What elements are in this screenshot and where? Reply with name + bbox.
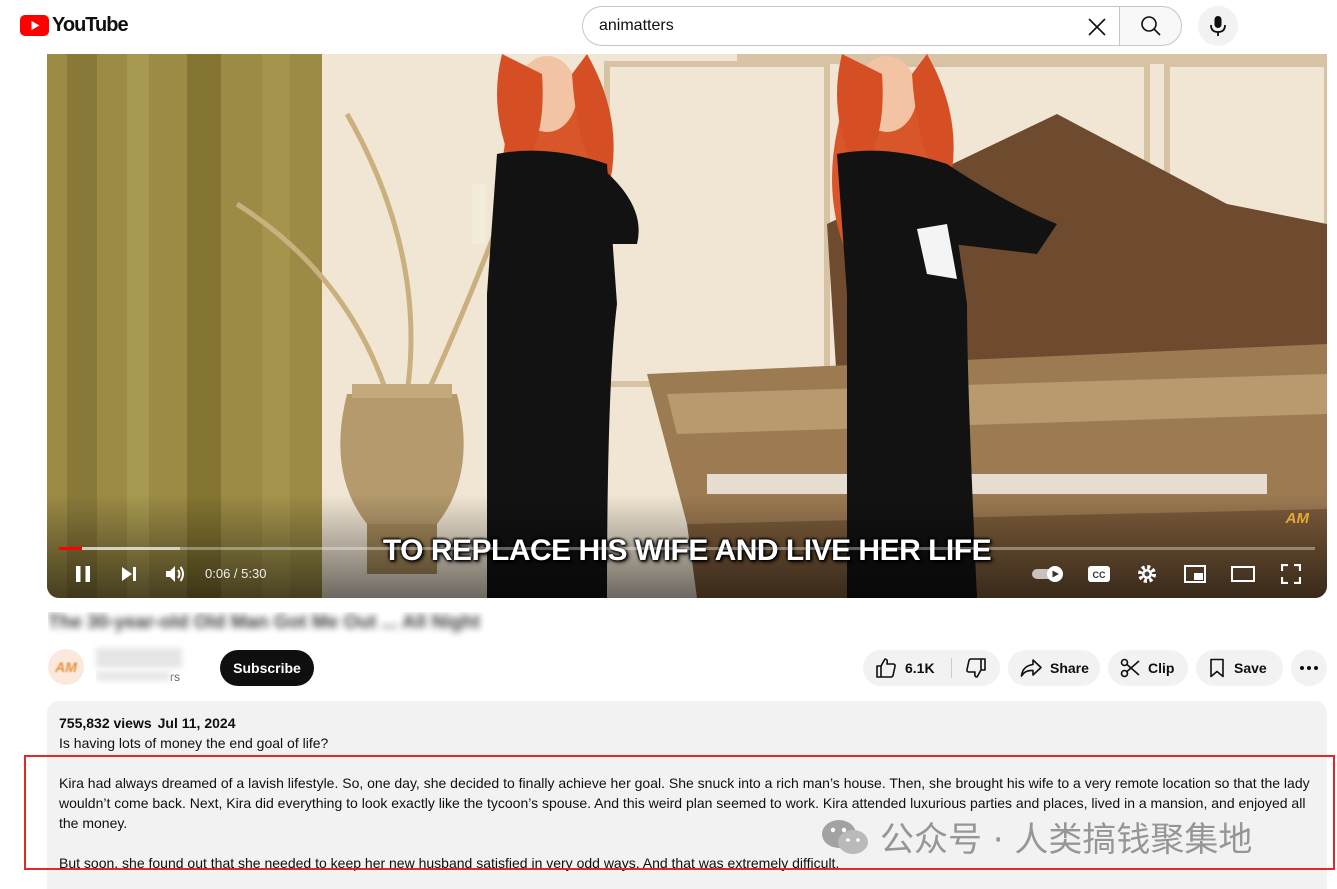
- captions-icon: CC: [1088, 566, 1110, 582]
- time-separator: /: [230, 566, 242, 581]
- fullscreen-icon: [1281, 564, 1301, 584]
- progress-played: [59, 547, 82, 550]
- next-button[interactable]: [117, 562, 141, 586]
- mute-button[interactable]: [163, 562, 187, 586]
- voice-search-button[interactable]: [1198, 6, 1238, 46]
- video-title-text: The 30-year-old Old Man Got Me Out ... A…: [48, 612, 481, 633]
- share-icon: [1020, 659, 1042, 677]
- save-button[interactable]: Save: [1196, 650, 1283, 686]
- description-line: Is having lots of money the end goal of …: [59, 735, 329, 751]
- time-display: 0:06 / 5:30: [205, 566, 266, 581]
- current-time: 0:06: [205, 566, 231, 581]
- like-count: 6.1K: [905, 660, 935, 676]
- player-controls: 0:06 / 5:30 CC: [47, 554, 1327, 594]
- bookmark-icon: [1210, 658, 1224, 678]
- search-input[interactable]: [599, 7, 1069, 45]
- captions-button[interactable]: CC: [1087, 562, 1111, 586]
- miniplayer-icon: [1184, 565, 1206, 583]
- view-count: 755,832 views: [59, 715, 152, 731]
- channel-info[interactable]: rs: [96, 648, 186, 684]
- close-icon: [1088, 18, 1106, 36]
- upload-date: Jul 11, 2024: [157, 715, 236, 731]
- wechat-icon: [822, 819, 868, 854]
- thumbs-up-icon: [876, 658, 896, 678]
- thumbs-down-icon: [966, 658, 986, 678]
- video-meta: 755,832 views Jul 11, 2024: [59, 713, 1315, 733]
- avatar-text: AM: [55, 659, 77, 675]
- microphone-icon: [1210, 16, 1226, 36]
- theater-mode-button[interactable]: [1231, 562, 1255, 586]
- more-actions-button[interactable]: [1291, 650, 1327, 686]
- clip-label: Clip: [1148, 660, 1175, 676]
- clip-button[interactable]: Clip: [1108, 650, 1188, 686]
- total-time: 5:30: [241, 566, 267, 581]
- theater-icon: [1231, 566, 1255, 582]
- search-icon: [1140, 16, 1161, 36]
- more-horizontal-icon: [1300, 666, 1318, 670]
- subscriber-count: rs: [96, 670, 192, 684]
- logo-text: YouTube: [52, 14, 129, 36]
- video-player[interactable]: AM TO REPLACE HIS WIFE AND LIVE HER LIFE…: [47, 54, 1327, 598]
- autoplay-toggle[interactable]: [1031, 562, 1067, 586]
- top-bar: YouTube: [0, 0, 1337, 54]
- progress-bar[interactable]: [59, 547, 1315, 550]
- channel-avatar[interactable]: AM: [48, 649, 84, 685]
- autoplay-icon: [1032, 566, 1063, 582]
- video-frame: [47, 54, 1327, 598]
- gear-icon: [1138, 565, 1156, 583]
- channel-name-redacted: [96, 648, 182, 668]
- clear-search-button[interactable]: [1085, 15, 1109, 39]
- pause-button[interactable]: [71, 562, 95, 586]
- like-button[interactable]: 6.1K: [863, 650, 951, 686]
- miniplayer-button[interactable]: [1183, 562, 1207, 586]
- youtube-play-icon: [20, 15, 49, 36]
- watermark-text: 公众号 · 人类搞钱聚集地: [880, 820, 1253, 860]
- search-box: [582, 6, 1120, 46]
- scissors-icon: [1120, 658, 1140, 678]
- pause-icon: [76, 566, 90, 582]
- share-button[interactable]: Share: [1008, 650, 1100, 686]
- settings-button[interactable]: [1135, 562, 1159, 586]
- like-dislike-group: 6.1K: [863, 650, 1000, 686]
- fullscreen-button[interactable]: [1279, 562, 1303, 586]
- wechat-watermark: 公众号 · 人类搞钱聚集地: [820, 812, 1252, 861]
- save-label: Save: [1234, 660, 1267, 676]
- video-title: The 30-year-old Old Man Got Me Out ... A…: [48, 612, 688, 638]
- subscribe-button[interactable]: Subscribe: [220, 650, 314, 686]
- search-button[interactable]: [1119, 6, 1182, 46]
- skip-next-icon: [122, 567, 136, 581]
- volume-icon: [166, 566, 184, 582]
- subscriber-suffix: rs: [170, 670, 180, 684]
- youtube-logo[interactable]: YouTube: [20, 14, 129, 37]
- dislike-button[interactable]: [952, 650, 1000, 686]
- share-label: Share: [1050, 660, 1089, 676]
- svg-text:CC: CC: [1093, 570, 1106, 580]
- channel-watermark[interactable]: AM: [1286, 510, 1309, 527]
